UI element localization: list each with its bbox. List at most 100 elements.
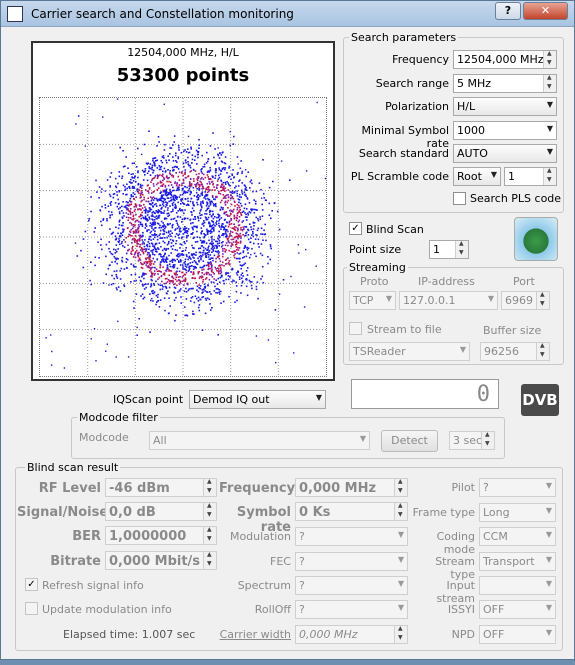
constellation-point	[167, 242, 170, 245]
constellation-point	[225, 249, 227, 251]
frequency-spinner[interactable]	[543, 51, 556, 68]
constellation-point	[203, 233, 205, 235]
constellation-point	[239, 264, 242, 266]
constellation-point	[229, 234, 231, 236]
constellation-point	[211, 238, 213, 240]
constellation-point	[225, 278, 227, 281]
constellation-point	[194, 241, 197, 243]
buffer-size-spinner[interactable]	[536, 343, 549, 360]
constellation-point	[201, 255, 203, 258]
constellation-point	[207, 160, 209, 163]
constellation-point	[132, 173, 134, 175]
constellation-point	[236, 208, 239, 211]
frame-type-select[interactable]: Long ▼	[479, 503, 556, 522]
input-stream-select[interactable]: ▼	[479, 576, 556, 595]
constellation-point	[194, 225, 196, 228]
coding-mode-select[interactable]: CCM ▼	[479, 527, 556, 546]
refresh-signal-checkbox[interactable]: ✓	[25, 578, 38, 591]
constellation-point	[232, 181, 234, 184]
constellation-point	[185, 291, 188, 293]
constellation-point	[118, 175, 121, 178]
constellation-point	[136, 239, 139, 242]
constellation-point	[140, 185, 142, 187]
spectrum-select[interactable]: ? ▼	[295, 576, 408, 595]
search-standard-select[interactable]: AUTO ▼	[453, 144, 557, 163]
constellation-point	[170, 270, 173, 272]
port-input[interactable]: 6969	[501, 291, 550, 310]
reader-select[interactable]: TSReader ▼	[349, 342, 470, 361]
result-frequency-spinner[interactable]	[394, 479, 407, 496]
result-symrate-spinner[interactable]	[394, 503, 407, 520]
fec-select[interactable]: ? ▼	[295, 552, 408, 571]
pilot-select[interactable]: ? ▼	[479, 478, 556, 497]
npd-select[interactable]: OFF ▼	[479, 625, 556, 644]
modulation-select[interactable]: ? ▼	[295, 527, 408, 546]
constellation-point	[157, 182, 159, 184]
issyi-select[interactable]: OFF ▼	[479, 600, 556, 619]
ip-address-select[interactable]: 127.0.0.1 ▼	[399, 291, 498, 310]
help-button[interactable]: ?	[495, 2, 521, 20]
constellation-point	[202, 200, 204, 202]
constellation-point	[239, 252, 242, 255]
constellation-point	[230, 223, 233, 225]
constellation-point	[233, 200, 236, 203]
constellation-point	[123, 215, 125, 217]
constellation-point	[225, 236, 228, 238]
constellation-point	[187, 258, 189, 261]
modcode-select[interactable]: All ▼	[149, 431, 370, 450]
constellation-point	[202, 291, 204, 293]
blind-scan-checkbox[interactable]: ✓	[349, 222, 362, 235]
constellation-point	[162, 197, 164, 200]
iqscan-select[interactable]: Demod IQ out ▼	[189, 390, 326, 409]
search-range-spinner[interactable]	[543, 75, 556, 92]
constellation-point	[198, 147, 200, 149]
main-window: Carrier search and Constellation monitor…	[0, 0, 575, 660]
constellation-point	[222, 151, 224, 153]
symbol-rate-input[interactable]: 1000 ▼	[453, 121, 557, 140]
constellation-point	[108, 241, 110, 243]
stream-to-file-checkbox[interactable]	[349, 322, 362, 335]
constellation-plot	[39, 97, 327, 377]
constellation-point	[189, 178, 192, 180]
constellation-point	[127, 213, 130, 215]
polarization-select[interactable]: H/L ▼	[453, 97, 557, 116]
constellation-point	[200, 178, 202, 180]
constellation-point	[156, 235, 159, 238]
detect-time-input[interactable]: 3 sec	[449, 431, 495, 450]
rf-level-spinner[interactable]	[203, 479, 216, 496]
constellation-point	[153, 266, 155, 269]
constellation-point	[259, 218, 262, 220]
signal-noise-spinner[interactable]	[203, 503, 216, 520]
port-spinner[interactable]	[536, 292, 549, 309]
pls-code-input[interactable]: 1	[504, 167, 557, 186]
detect-time-spinner[interactable]	[481, 432, 494, 449]
proto-select[interactable]: TCP ▼	[349, 291, 396, 310]
constellation-point	[232, 211, 234, 213]
constellation-point	[219, 281, 221, 283]
update-modulation-checkbox[interactable]	[25, 602, 38, 615]
constellation-point	[191, 226, 194, 229]
search-pls-checkbox[interactable]	[453, 192, 466, 205]
constellation-point	[227, 272, 230, 274]
stream-type-select[interactable]: Transport ▼	[479, 552, 556, 571]
pls-code-spinner[interactable]	[543, 168, 556, 185]
frequency-input[interactable]: 12504,000 MHz	[453, 50, 557, 69]
detect-button[interactable]: Detect	[381, 430, 438, 452]
point-size-input[interactable]: 1	[429, 240, 469, 259]
constellation-point	[164, 309, 166, 312]
bitrate-spinner[interactable]	[203, 552, 216, 569]
pls-mode-select[interactable]: Root ▼	[453, 167, 501, 186]
constellation-point	[193, 257, 195, 259]
search-range-input[interactable]: 5 MHz	[453, 74, 557, 93]
constellation-point	[216, 184, 218, 186]
constellation-point	[243, 191, 246, 194]
ber-spinner[interactable]	[203, 527, 216, 544]
constellation-point	[210, 263, 212, 266]
constellation-point	[166, 191, 168, 193]
carrier-width-spinner[interactable]	[394, 626, 407, 643]
constellation-point	[219, 266, 222, 269]
buffer-size-input[interactable]: 96256	[480, 342, 550, 361]
point-size-spinner[interactable]	[455, 241, 468, 258]
close-button[interactable]: ✕	[523, 2, 568, 20]
rolloff-select[interactable]: ? ▼	[295, 600, 408, 619]
